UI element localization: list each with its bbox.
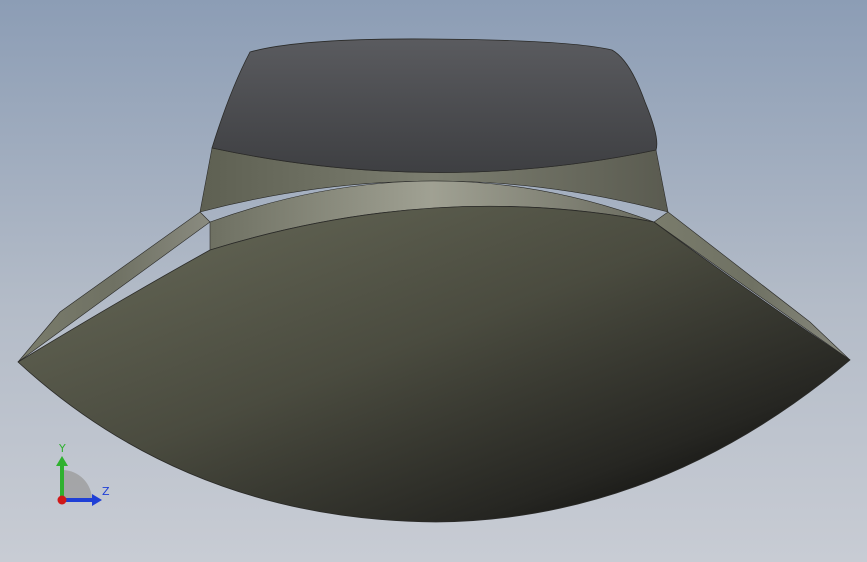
upper-cap-face[interactable] xyxy=(211,38,658,173)
z-axis-label: Z xyxy=(102,485,110,498)
triad-quadrant-shade xyxy=(62,470,92,500)
z-axis-arrow xyxy=(92,494,102,506)
y-axis-arrow xyxy=(56,456,68,466)
model-render[interactable] xyxy=(0,0,867,562)
3d-viewport[interactable]: Y Z xyxy=(0,0,867,562)
axis-triad: Y Z xyxy=(50,440,120,510)
y-axis-label: Y xyxy=(59,442,66,455)
x-axis-dot xyxy=(57,495,67,505)
